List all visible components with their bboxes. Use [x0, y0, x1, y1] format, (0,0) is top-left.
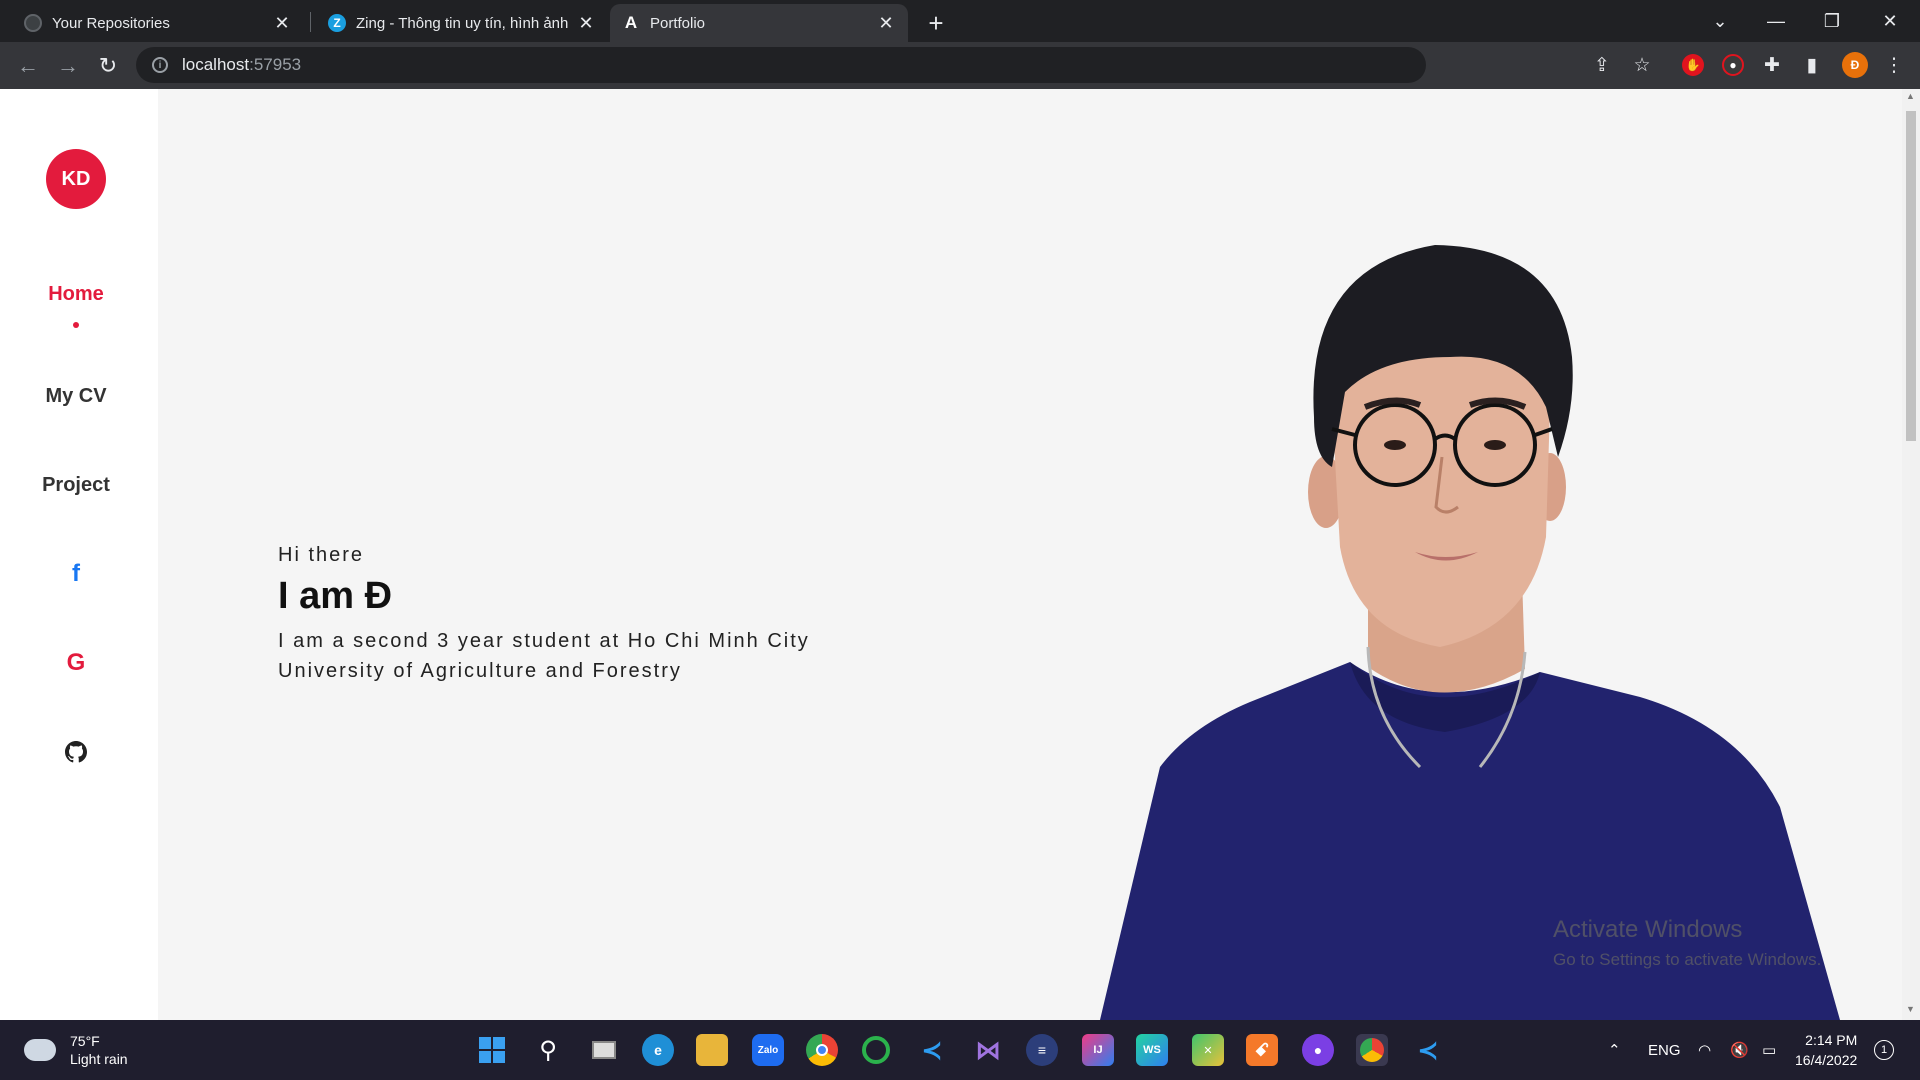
- new-tab-button[interactable]: +: [921, 4, 951, 42]
- weather-desc: Light rain: [70, 1051, 128, 1067]
- logo[interactable]: KD: [46, 149, 106, 209]
- eclipse-icon[interactable]: ≡: [1026, 1034, 1058, 1066]
- cloud-rain-icon: [24, 1039, 56, 1061]
- vscode-icon[interactable]: ≺: [916, 1034, 948, 1066]
- greeting-text: Hi there: [278, 544, 365, 566]
- scrollbar-thumb[interactable]: [1906, 111, 1916, 441]
- weather-widget[interactable]: 75°F Light rain: [24, 1032, 128, 1068]
- github-mark: [65, 741, 87, 763]
- file-explorer-icon[interactable]: [696, 1034, 728, 1066]
- windows-start-icon[interactable]: [476, 1034, 508, 1066]
- portfolio-page: KD Home My CV Project f G Hi there I am …: [0, 89, 1920, 1020]
- github-icon: [24, 14, 42, 32]
- visual-studio-icon[interactable]: ⋈: [972, 1034, 1004, 1066]
- webstorm-icon[interactable]: WS: [1136, 1034, 1168, 1066]
- back-button[interactable]: ←: [12, 50, 44, 82]
- intellij-icon[interactable]: IJ: [1082, 1034, 1114, 1066]
- volume-muted-icon[interactable]: 🔇: [1730, 1020, 1749, 1080]
- watermark-title: Activate Windows: [1553, 916, 1743, 943]
- scroll-up-arrow-icon[interactable]: ▲: [1906, 91, 1915, 101]
- info-icon[interactable]: i: [152, 57, 168, 73]
- excel-tool-icon[interactable]: ✕: [1192, 1034, 1224, 1066]
- zalo-icon[interactable]: Zalo: [752, 1034, 784, 1066]
- adblock-extension-icon[interactable]: ✋: [1682, 54, 1704, 76]
- angular-icon: A: [624, 13, 638, 32]
- forward-button[interactable]: →: [52, 50, 84, 82]
- tab-title: Your Repositories: [52, 14, 170, 32]
- tab-your-repositories[interactable]: Your Repositories ✕: [12, 4, 304, 42]
- recorder-extension-icon[interactable]: ●: [1722, 54, 1744, 76]
- clock-time: 2:14 PM: [1805, 1032, 1858, 1048]
- close-icon[interactable]: ✕: [272, 13, 292, 34]
- wifi-icon[interactable]: ◠: [1698, 1020, 1711, 1080]
- side-panel-icon[interactable]: ▮: [1798, 51, 1826, 79]
- tab-title: Portfolio: [650, 14, 706, 32]
- bookmark-star-icon[interactable]: ☆: [1628, 51, 1656, 79]
- reload-button[interactable]: ↻: [92, 50, 124, 82]
- facebook-icon[interactable]: f: [60, 558, 92, 590]
- browser-tab-strip: Your Repositories ✕ Z Zing - Thông tin u…: [0, 0, 1920, 42]
- xampp-icon[interactable]: ꗃ: [1246, 1034, 1278, 1066]
- close-window-button[interactable]: ✕: [1862, 0, 1918, 42]
- address-bar[interactable]: i localhost:57953: [136, 47, 1426, 83]
- tab-portfolio[interactable]: A Portfolio ✕: [610, 4, 908, 42]
- chevron-up-icon[interactable]: ⌃: [1608, 1020, 1621, 1080]
- url-text: localhost:57953: [182, 55, 302, 74]
- github-icon[interactable]: [60, 736, 92, 768]
- github-desktop-icon[interactable]: ●: [1302, 1034, 1334, 1066]
- page-scrollbar[interactable]: ▲ ▼: [1902, 89, 1920, 1020]
- weather-temp: 75°F: [70, 1033, 100, 1049]
- task-view-icon[interactable]: [588, 1034, 620, 1066]
- system-clock[interactable]: 2:14 PM 16/4/2022: [1795, 1030, 1857, 1070]
- notification-badge[interactable]: 1: [1874, 1040, 1894, 1060]
- restore-button[interactable]: ❐: [1804, 0, 1860, 42]
- chrome-active-icon[interactable]: [1356, 1034, 1388, 1066]
- vscode-icon-2[interactable]: ≺: [1412, 1034, 1444, 1066]
- chrome-icon[interactable]: [806, 1034, 838, 1066]
- clock-date: 16/4/2022: [1795, 1052, 1858, 1068]
- browser-toolbar: ← → ↻ i localhost:57953 ⇪ ☆ ✋ ● ✚ ▮ Đ ⋮: [0, 42, 1920, 89]
- profile-avatar[interactable]: Đ: [1842, 52, 1868, 78]
- tab-title: Zing - Thông tin uy tín, hình ảnh: [356, 14, 569, 32]
- share-icon[interactable]: ⇪: [1588, 51, 1616, 79]
- zing-icon: Z: [328, 14, 346, 32]
- close-icon[interactable]: ✕: [876, 13, 896, 34]
- language-indicator[interactable]: ENG: [1648, 1020, 1681, 1080]
- watermark-subtitle: Go to Settings to activate Windows.: [1553, 950, 1822, 969]
- google-icon[interactable]: G: [60, 647, 92, 679]
- refresh-app-icon[interactable]: [862, 1036, 890, 1064]
- battery-icon[interactable]: ▭: [1762, 1020, 1776, 1080]
- extensions-puzzle-icon[interactable]: ✚: [1758, 51, 1786, 79]
- hero-description: I am a second 3 year student at Ho Chi M…: [278, 630, 810, 682]
- sidebar: KD Home My CV Project f G: [0, 89, 158, 1020]
- nav-home[interactable]: Home: [0, 283, 152, 306]
- hero-intro: Hi there I am Đ I am a second 3 year stu…: [278, 544, 858, 686]
- activate-windows-watermark: Activate Windows Go to Settings to activ…: [1553, 916, 1821, 970]
- edge-icon[interactable]: e: [642, 1034, 674, 1066]
- search-icon[interactable]: ⚲: [532, 1034, 564, 1066]
- windows-taskbar: 75°F Light rain ⚲ e Zalo ≺ ⋈ ≡ IJ WS ✕ ꗃ…: [0, 1020, 1920, 1080]
- hero-name: I am Đ: [278, 575, 393, 617]
- tab-search-button[interactable]: ⌄: [1692, 0, 1748, 42]
- close-icon[interactable]: ✕: [576, 13, 596, 34]
- profile-photo: [1100, 245, 1840, 1020]
- active-indicator-dot: [73, 322, 79, 328]
- tab-separator: [310, 12, 311, 32]
- minimize-button[interactable]: —: [1748, 0, 1804, 42]
- nav-my-cv[interactable]: My CV: [0, 385, 152, 408]
- menu-kebab-icon[interactable]: ⋮: [1880, 51, 1908, 79]
- scroll-down-arrow-icon[interactable]: ▼: [1906, 1004, 1915, 1014]
- tab-zing[interactable]: Z Zing - Thông tin uy tín, hình ảnh ✕: [316, 4, 608, 42]
- nav-project[interactable]: Project: [0, 474, 152, 497]
